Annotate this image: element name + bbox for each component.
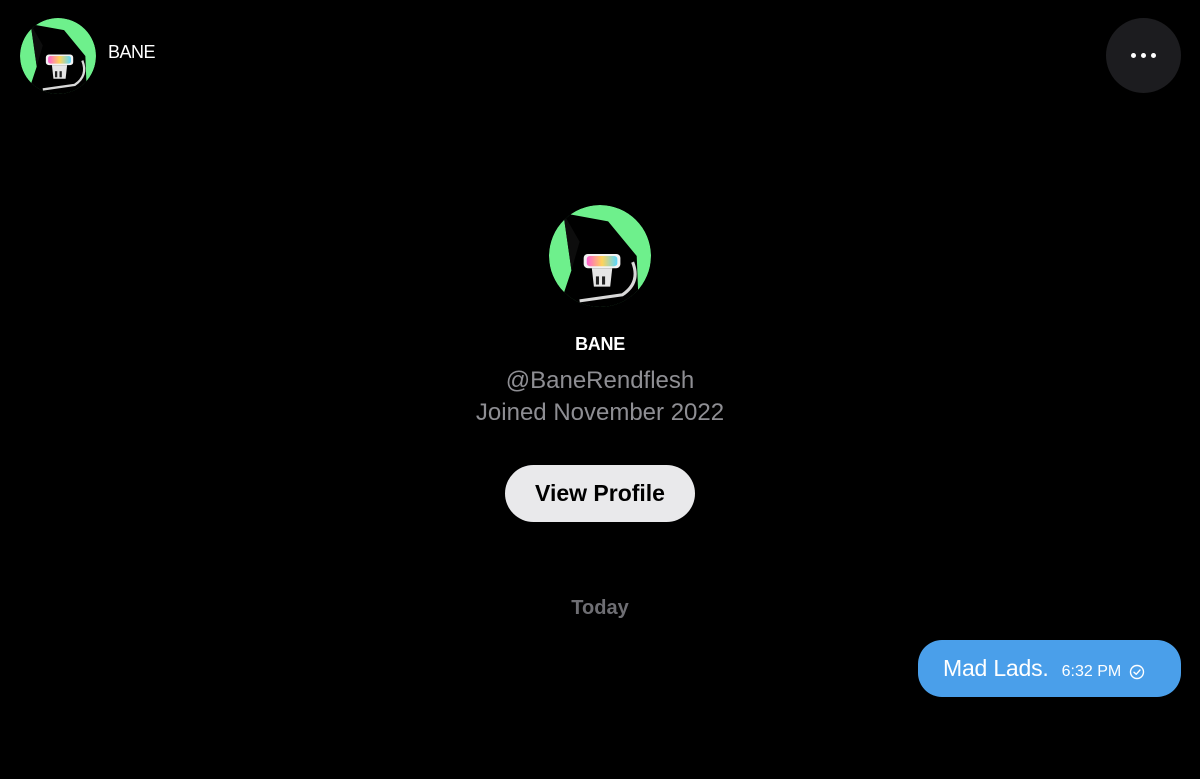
- view-profile-button[interactable]: View Profile: [505, 465, 695, 522]
- profile-handle: @BaneRendflesh: [505, 367, 695, 394]
- header-contact-name: BANE: [108, 42, 156, 62]
- profile-joined-date: Joined November 2022: [475, 399, 725, 426]
- skull-avatar-icon: [549, 205, 651, 307]
- message-bubble[interactable]: Mad Lads. 6:32 PM: [918, 640, 1181, 697]
- header-avatar[interactable]: [20, 18, 96, 94]
- date-separator: Today: [571, 597, 629, 619]
- message-time: 6:32 PM: [1061, 662, 1122, 680]
- profile-name: BANE: [575, 334, 625, 354]
- message-text: Mad Lads.: [943, 655, 1049, 681]
- sent-check-icon: [1130, 664, 1145, 679]
- profile-avatar[interactable]: [549, 205, 651, 307]
- more-options-button[interactable]: [1106, 18, 1181, 93]
- more-horizontal-icon: [1129, 53, 1159, 58]
- skull-avatar-icon: [20, 18, 96, 94]
- profile-card: BANE @BaneRendflesh Joined November 2022…: [0, 205, 1200, 522]
